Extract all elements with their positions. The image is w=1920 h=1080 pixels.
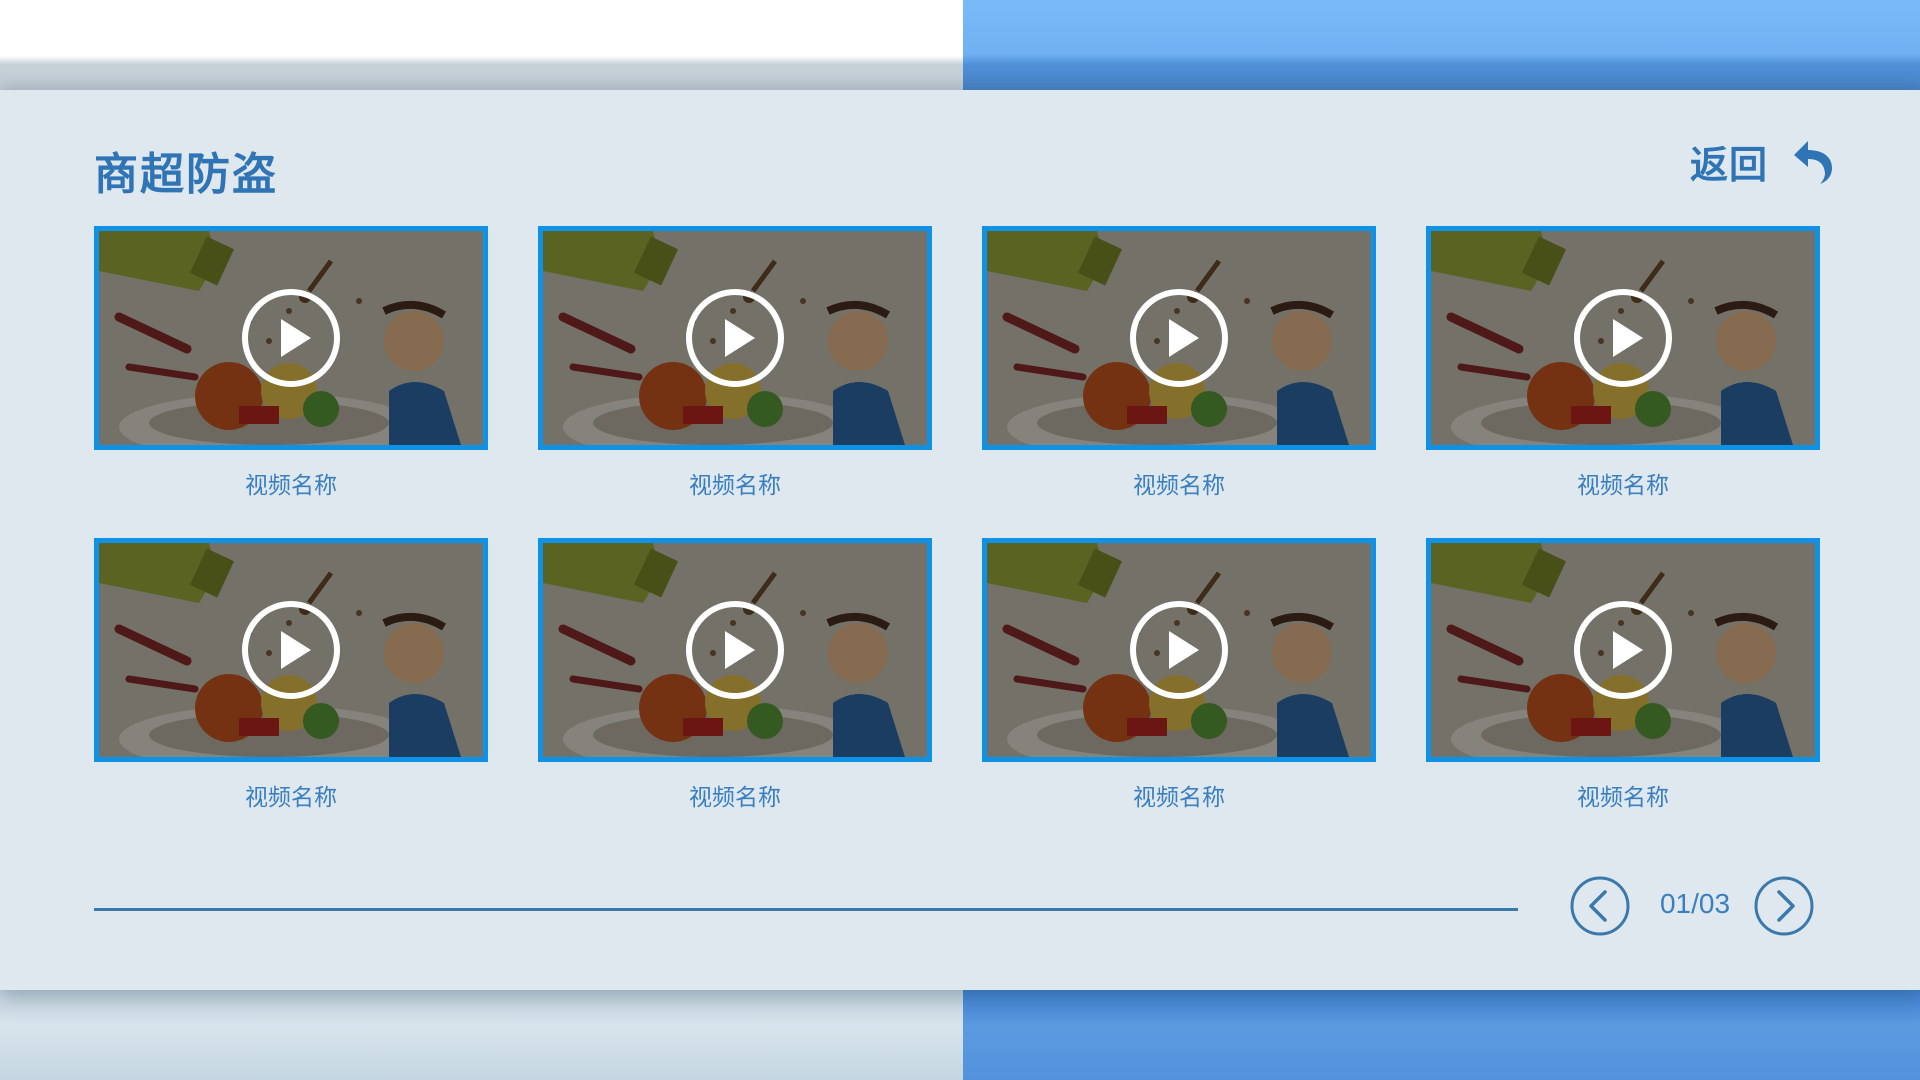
video-card[interactable]: 视频名称	[538, 538, 932, 812]
video-grid: 视频名称 视频名称 视频名称 视频名称 视频名称 视频名称 视频名称 视频名称	[94, 226, 1820, 812]
play-icon[interactable]	[683, 286, 787, 390]
bottom-band-left	[0, 990, 963, 1080]
video-title: 视频名称	[1577, 785, 1669, 811]
video-title: 视频名称	[1133, 473, 1225, 499]
undo-arrow-icon	[1794, 140, 1833, 184]
video-title: 视频名称	[689, 785, 781, 811]
video-thumbnail[interactable]	[1426, 538, 1820, 762]
page-indicator: 01/03	[1659, 888, 1731, 919]
main-panel: 商超防盗 返回 视频名称 视频名称 视频名称 视频名称 视频名称 视频名称 视频…	[0, 90, 1920, 990]
footer-divider	[94, 908, 1518, 911]
video-card[interactable]: 视频名称	[1426, 538, 1820, 812]
video-title: 视频名称	[1133, 785, 1225, 811]
play-icon[interactable]	[1571, 286, 1675, 390]
chevron-right-icon[interactable]	[1754, 876, 1814, 936]
video-card[interactable]: 视频名称	[94, 226, 488, 500]
video-card[interactable]: 视频名称	[1426, 226, 1820, 500]
play-icon[interactable]	[1127, 598, 1231, 702]
back-label: 返回	[1690, 143, 1769, 187]
play-icon[interactable]	[239, 598, 343, 702]
video-thumbnail[interactable]	[982, 226, 1376, 450]
video-thumbnail[interactable]	[538, 226, 932, 450]
play-icon[interactable]	[683, 598, 787, 702]
video-card[interactable]: 视频名称	[538, 226, 932, 500]
top-band-right	[963, 0, 1920, 90]
play-icon[interactable]	[1127, 286, 1231, 390]
top-band-left	[0, 0, 963, 90]
video-card[interactable]: 视频名称	[94, 538, 488, 812]
video-title: 视频名称	[689, 473, 781, 499]
video-thumbnail[interactable]	[94, 538, 488, 762]
video-thumbnail[interactable]	[1426, 226, 1820, 450]
play-icon[interactable]	[239, 286, 343, 390]
video-thumbnail[interactable]	[538, 538, 932, 762]
back-button[interactable]: 返回	[1690, 134, 1836, 189]
chevron-left-icon[interactable]	[1570, 876, 1630, 936]
page-title: 商超防盗	[94, 149, 278, 200]
video-title: 视频名称	[245, 473, 337, 499]
video-card[interactable]: 视频名称	[982, 538, 1376, 812]
video-thumbnail[interactable]	[94, 226, 488, 450]
video-title: 视频名称	[1577, 473, 1669, 499]
bottom-band-right	[963, 990, 1920, 1080]
video-title: 视频名称	[245, 785, 337, 811]
play-icon[interactable]	[1571, 598, 1675, 702]
video-card[interactable]: 视频名称	[982, 226, 1376, 500]
video-thumbnail[interactable]	[982, 538, 1376, 762]
